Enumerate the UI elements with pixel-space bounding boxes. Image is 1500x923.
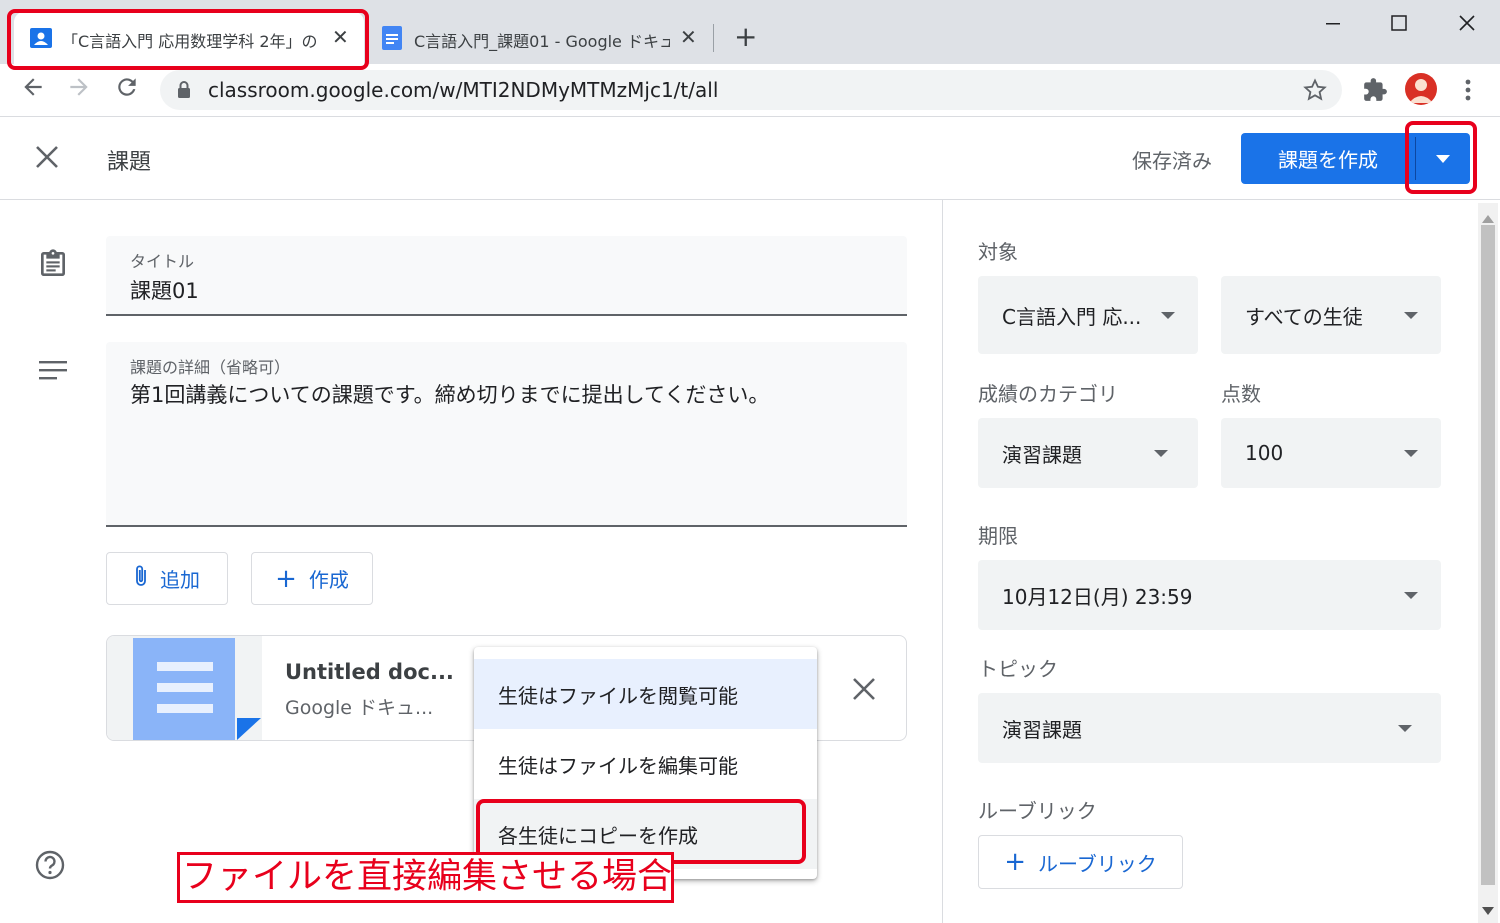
close-icon[interactable] <box>34 144 60 174</box>
dropdown-caret-icon <box>1161 312 1175 319</box>
maximize-icon[interactable] <box>1366 0 1432 46</box>
url-text[interactable]: classroom.google.com/w/MTI2NDMyMTMzMjc1/… <box>208 78 718 102</box>
class-select[interactable]: C言語入門 応... <box>978 276 1198 354</box>
topic-value: 演習課題 <box>1002 717 1082 742</box>
dropdown-caret-icon <box>1404 312 1418 319</box>
kebab-menu-icon[interactable] <box>1464 78 1472 106</box>
title-value: 課題01 <box>130 279 199 303</box>
scroll-up-icon[interactable] <box>1482 208 1494 227</box>
due-date-select[interactable]: 10月12日(月) 23:59 <box>978 560 1441 630</box>
attachment-type: Google ドキュ... <box>285 697 434 719</box>
window-close-icon[interactable] <box>1434 0 1500 46</box>
paperclip-icon <box>134 564 148 593</box>
back-icon[interactable] <box>20 74 46 107</box>
menu-item-edit[interactable]: 生徒はファイルを編集可能 <box>474 729 817 799</box>
assignment-clipboard-icon <box>37 248 69 284</box>
attachment-name: Untitled doc... <box>285 660 454 684</box>
lock-icon[interactable] <box>176 80 192 104</box>
description-lines-icon <box>38 358 68 386</box>
annotation-caption: ファイルを直接編集させる場合 <box>182 857 673 897</box>
tab-close-icon[interactable]: ✕ <box>680 25 697 49</box>
due-label: 期限 <box>978 524 1018 548</box>
dropdown-caret-icon <box>1398 725 1412 732</box>
points-select[interactable]: 100 <box>1221 418 1441 488</box>
highlight-box-dropdown <box>1405 121 1477 194</box>
page-title: 課題 <box>107 150 152 175</box>
create-label: 作成 <box>308 568 349 592</box>
highlight-box-tab <box>7 9 369 70</box>
points-value: 100 <box>1245 441 1284 465</box>
points-label: 点数 <box>1221 382 1261 406</box>
saved-status: 保存済み <box>1132 149 1212 173</box>
due-date-value: 10月12日(月) 23:59 <box>1002 584 1193 609</box>
grade-category-value: 演習課題 <box>1002 442 1082 467</box>
dropdown-caret-icon <box>1404 592 1418 599</box>
menu-item-view[interactable]: 生徒はファイルを閲覧可能 <box>474 659 817 729</box>
profile-avatar-icon[interactable] <box>1405 73 1437 105</box>
for-label: 対象 <box>978 240 1018 264</box>
minimize-icon[interactable] <box>1300 0 1366 46</box>
create-attachment-button[interactable]: + 作成 <box>251 552 373 605</box>
topic-select[interactable]: 演習課題 <box>978 693 1441 763</box>
grade-category-select[interactable]: 演習課題 <box>978 418 1198 488</box>
tab-google-docs[interactable]: C言語入門_課題01 - Google ドキュ ✕ <box>370 12 710 64</box>
plus-icon: + <box>275 563 297 594</box>
add-label: 追加 <box>160 568 200 592</box>
scroll-down-icon[interactable] <box>1482 900 1494 919</box>
new-tab-button[interactable]: + <box>734 20 757 53</box>
scrollbar-thumb[interactable] <box>1481 225 1495 885</box>
forward-icon[interactable] <box>66 74 92 107</box>
bookmark-star-icon[interactable] <box>1303 78 1327 106</box>
extensions-puzzle-icon[interactable] <box>1362 77 1388 107</box>
title-field[interactable] <box>106 236 907 316</box>
details-value: 第1回講義についての課題です。締め切りまでに提出してください。 <box>130 383 770 407</box>
students-select[interactable]: すべての生徒 <box>1221 276 1441 354</box>
remove-attachment-icon[interactable] <box>852 677 876 705</box>
docs-thumbnail-icon <box>133 638 263 740</box>
rubric-button-label: ルーブリック <box>1037 851 1157 876</box>
docs-icon <box>382 26 402 50</box>
topic-label: トピック <box>978 657 1058 681</box>
plus-icon: + <box>1004 847 1026 877</box>
grade-category-label: 成績のカテゴリ <box>978 382 1118 406</box>
students-value: すべての生徒 <box>1245 304 1363 329</box>
reload-icon[interactable] <box>114 74 140 107</box>
class-value: C言語入門 応... <box>1002 304 1142 329</box>
details-label: 課題の詳細（省略可） <box>130 358 291 377</box>
tab-divider <box>713 24 714 52</box>
dropdown-caret-icon <box>1404 450 1418 457</box>
help-icon[interactable] <box>34 849 66 885</box>
add-attachment-button[interactable]: 追加 <box>106 552 228 605</box>
tab-title: C言語入門_課題01 - Google ドキュ <box>414 32 670 51</box>
rubric-label: ルーブリック <box>978 799 1097 823</box>
add-rubric-button[interactable]: + ルーブリック <box>978 835 1183 889</box>
create-assignment-button[interactable]: 課題を作成 <box>1241 133 1415 184</box>
dropdown-caret-icon <box>1154 450 1168 457</box>
title-label: タイトル <box>130 252 195 271</box>
